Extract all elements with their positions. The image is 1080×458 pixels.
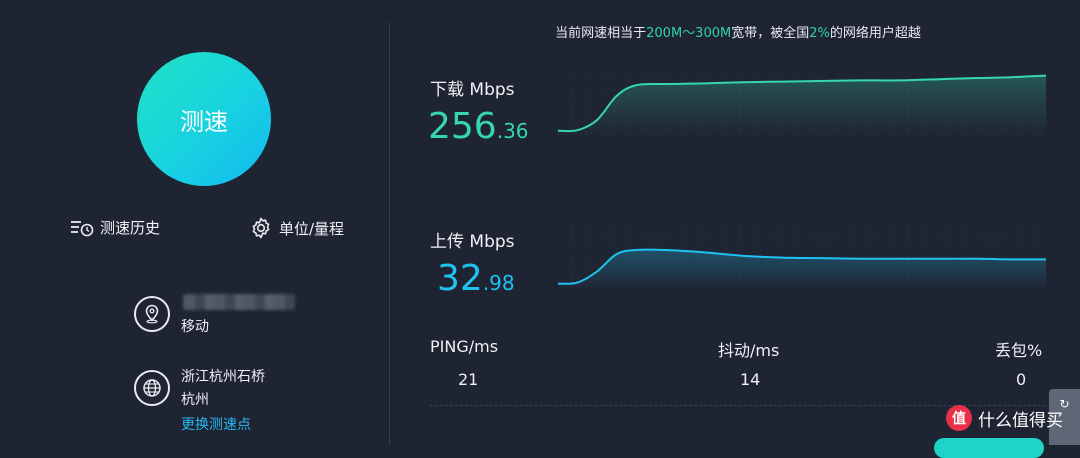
- jitter-value: 14: [740, 370, 761, 389]
- upload-chart: [558, 224, 1046, 290]
- isp-name: 移动: [181, 319, 209, 335]
- watermark: 值 什么值得买: [946, 405, 1063, 431]
- download-value-dec: .36: [496, 119, 529, 143]
- globe-icon: [134, 370, 170, 406]
- upload-curve-area: [558, 249, 1046, 290]
- history-label: 测速历史: [100, 219, 161, 237]
- summary-prefix: 当前网速相当于: [555, 26, 647, 41]
- units-label: 单位/量程: [279, 219, 345, 238]
- download-curve-area: [558, 75, 1046, 136]
- jitter-label: 抖动/ms: [718, 341, 780, 360]
- upload-chart-svg: [558, 224, 1046, 290]
- upload-value: 32.98: [437, 259, 515, 303]
- download-label: 下载 Mbps: [430, 80, 515, 100]
- watermark-text: 什么值得买: [978, 410, 1063, 431]
- summary-middle: 宽带，被全国: [731, 26, 810, 41]
- upload-value-int: 32: [437, 258, 483, 299]
- download-value: 256.36: [428, 107, 529, 151]
- summary-bandwidth: 200M～300M: [646, 26, 732, 41]
- ping-label: PING/ms: [430, 337, 499, 356]
- download-chart-svg: [558, 68, 1046, 136]
- speed-summary: 当前网速相当于200M～300M宽带，被全国2%的网络用户超越: [430, 22, 1046, 41]
- download-chart: [558, 68, 1046, 136]
- download-value-int: 256: [428, 106, 497, 147]
- change-server-link[interactable]: 更换测速点: [181, 417, 251, 433]
- start-button-label: 测速: [180, 107, 228, 136]
- history-button[interactable]: 测速历史: [70, 217, 160, 238]
- upload-label: 上传 Mbps: [430, 232, 515, 252]
- units-button[interactable]: 单位/量程: [249, 216, 344, 240]
- summary-suffix: 的网络用户超越: [829, 26, 921, 41]
- location-pin-icon: [134, 296, 170, 332]
- watermark-logo-icon: 值: [946, 405, 972, 431]
- panel-divider: [389, 22, 390, 445]
- loss-value: 0: [1016, 370, 1027, 389]
- loss-label: 丢包%: [995, 341, 1043, 360]
- history-icon: [70, 218, 94, 238]
- gear-icon: [249, 216, 273, 240]
- isp-ip-redacted: [183, 294, 295, 310]
- bottom-action-button[interactable]: [934, 438, 1044, 458]
- start-speedtest-button[interactable]: 测速: [137, 52, 271, 186]
- summary-percent: 2%: [809, 26, 830, 41]
- upload-value-dec: .98: [482, 271, 515, 295]
- ping-value: 21: [458, 370, 479, 389]
- server-city: 杭州: [181, 392, 209, 408]
- server-name: 浙江杭州石桥: [181, 369, 265, 385]
